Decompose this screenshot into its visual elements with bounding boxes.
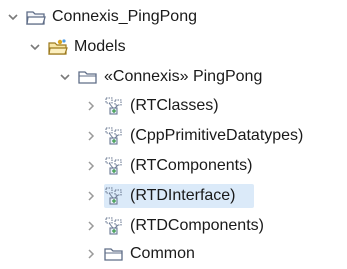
models-label: Models <box>74 38 126 55</box>
child-label: (CppPrimitiveDatatypes) <box>130 127 304 144</box>
child-label: (RTClasses) <box>130 97 219 114</box>
chevron-down-icon[interactable] <box>28 32 42 62</box>
model-import-icon <box>104 96 124 116</box>
model-import-icon <box>104 216 124 236</box>
package-label: «Connexis» PingPong <box>104 68 263 85</box>
tree-node-child[interactable]: (RTComponents) <box>0 151 347 181</box>
tree-node-package[interactable]: «Connexis» PingPong <box>0 62 347 92</box>
project-icon <box>26 7 46 27</box>
tree-node-models[interactable]: Models <box>0 32 347 62</box>
project-label: Connexis_PingPong <box>52 8 197 25</box>
chevron-right-icon[interactable] <box>84 121 98 151</box>
model-import-icon <box>104 156 124 176</box>
chevron-right-icon[interactable] <box>84 181 98 211</box>
model-import-icon <box>104 186 124 206</box>
models-folder-icon <box>48 37 68 57</box>
tree-node-child-selected[interactable]: (RTDInterface) <box>0 181 347 211</box>
tree-node-project[interactable]: Connexis_PingPong <box>0 2 347 32</box>
child-label: (RTDComponents) <box>130 217 264 234</box>
model-explorer-tree: Connexis_PingPong Models «Connexis» Ping… <box>0 0 347 265</box>
chevron-down-icon[interactable] <box>58 62 72 92</box>
tree-node-child[interactable]: (RTDComponents) <box>0 211 347 241</box>
folder-icon <box>104 244 124 264</box>
package-folder-icon <box>78 67 98 87</box>
chevron-right-icon[interactable] <box>84 211 98 241</box>
tree-node-child[interactable]: (CppPrimitiveDatatypes) <box>0 121 347 151</box>
chevron-down-icon[interactable] <box>6 2 20 32</box>
child-label: (RTComponents) <box>130 157 253 174</box>
model-import-icon <box>104 126 124 146</box>
child-label: (RTDInterface) <box>130 187 236 204</box>
chevron-right-icon[interactable] <box>84 91 98 121</box>
tree-node-child[interactable]: (RTClasses) <box>0 91 347 121</box>
chevron-right-icon[interactable] <box>84 151 98 181</box>
